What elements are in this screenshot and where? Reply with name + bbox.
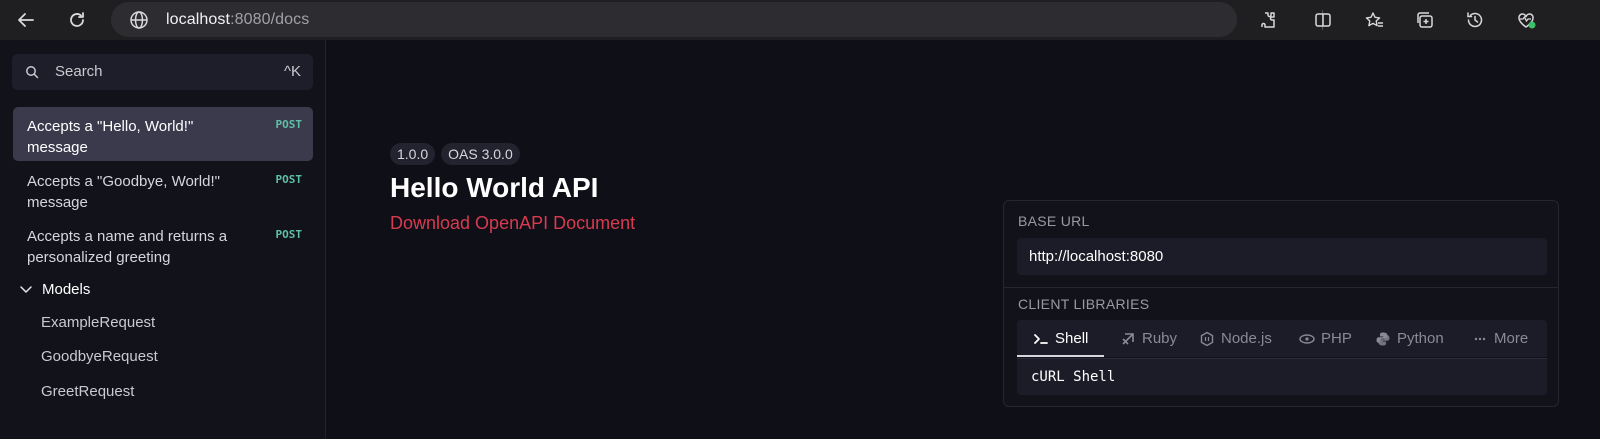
models-label: Models [42, 280, 91, 298]
api-client-panel: BASE URL http://localhost:8080 CLIENT LI… [1003, 200, 1559, 407]
python-icon [1375, 331, 1391, 347]
search-icon [25, 65, 39, 79]
chevron-down-icon [18, 281, 34, 297]
favorites-icon[interactable] [1362, 8, 1386, 32]
operation-label: Accepts a "Goodbye, World!" message [27, 173, 220, 211]
page-title: Hello World API [390, 172, 599, 203]
client-code-selector[interactable]: cURL Shell [1017, 358, 1547, 395]
search-input[interactable]: Search ^K [12, 54, 313, 90]
tab-more[interactable]: More [1472, 320, 1528, 357]
tab-nodejs[interactable]: Node.js [1199, 320, 1272, 357]
tab-python[interactable]: Python [1375, 320, 1444, 357]
base-url-field[interactable]: http://localhost:8080 [1017, 238, 1547, 275]
more-dots-icon [1472, 331, 1488, 347]
method-badge: POST [275, 228, 303, 241]
ruby-icon [1120, 331, 1136, 347]
operation-label: Accepts a "Hello, World!" message [27, 118, 194, 156]
terminal-icon [1033, 331, 1049, 347]
php-icon [1299, 331, 1315, 347]
tab-php[interactable]: PHP [1299, 320, 1352, 357]
collections-icon[interactable] [1413, 8, 1437, 32]
download-openapi-link[interactable]: Download OpenAPI Document [390, 213, 635, 234]
panel-divider [1004, 287, 1558, 288]
split-screen-icon[interactable] [1311, 8, 1335, 32]
client-library-tabs: Shell Ruby Node.js PHP Python More [1017, 320, 1547, 357]
address-bar[interactable]: localhost:8080/docs [111, 2, 1237, 37]
reload-icon[interactable] [63, 6, 91, 34]
sidebar: Search ^K Accepts a "Hello, World!" mess… [0, 40, 326, 439]
version-badges: 1.0.0 OAS 3.0.0 [390, 143, 520, 165]
oas-badge: OAS 3.0.0 [441, 143, 520, 165]
nodejs-icon [1199, 331, 1215, 347]
tab-label: Shell [1055, 330, 1089, 347]
tab-label: Python [1397, 330, 1444, 347]
base-url-label: BASE URL [1018, 213, 1090, 229]
globe-icon [129, 10, 149, 30]
tab-label: Ruby [1142, 330, 1178, 347]
sidebar-operation-hello[interactable]: Accepts a "Hello, World!" message POST [13, 107, 313, 161]
operation-label: Accepts a name and returns a personalize… [27, 228, 228, 266]
sidebar-operation-greet[interactable]: Accepts a name and returns a personalize… [13, 217, 313, 271]
sidebar-operation-goodbye[interactable]: Accepts a "Goodbye, World!" message POST [13, 162, 313, 216]
code-label: cURL Shell [1031, 369, 1116, 385]
tab-label: More [1494, 330, 1529, 347]
tab-label: PHP [1321, 330, 1352, 347]
models-toggle[interactable]: Models [18, 278, 90, 300]
method-badge: POST [275, 173, 303, 186]
version-badge: 1.0.0 [390, 143, 436, 165]
main-content: 1.0.0 OAS 3.0.0 Hello World API Download… [327, 40, 1600, 439]
browser-toolbar: localhost:8080/docs [0, 0, 1600, 40]
search-shortcut: ^K [283, 63, 301, 80]
sidebar-model-example-request[interactable]: ExampleRequest [41, 314, 155, 331]
url-path: :8080/docs [230, 11, 310, 28]
tab-shell[interactable]: Shell [1017, 320, 1105, 357]
tab-label: Node.js [1221, 330, 1272, 347]
extensions-icon[interactable] [1256, 8, 1280, 32]
search-placeholder: Search [55, 63, 103, 80]
browser-essentials-icon[interactable] [1514, 8, 1538, 32]
sidebar-model-greet-request[interactable]: GreetRequest [41, 383, 134, 400]
address-url: localhost:8080/docs [166, 11, 309, 29]
history-icon[interactable] [1463, 8, 1487, 32]
back-arrow-icon[interactable] [12, 6, 40, 34]
tab-ruby[interactable]: Ruby [1120, 320, 1177, 357]
client-libraries-label: CLIENT LIBRARIES [1018, 296, 1150, 312]
method-badge: POST [275, 118, 303, 131]
sidebar-model-goodbye-request[interactable]: GoodbyeRequest [41, 348, 158, 365]
url-host: localhost [166, 11, 231, 28]
base-url-value: http://localhost:8080 [1029, 248, 1164, 265]
